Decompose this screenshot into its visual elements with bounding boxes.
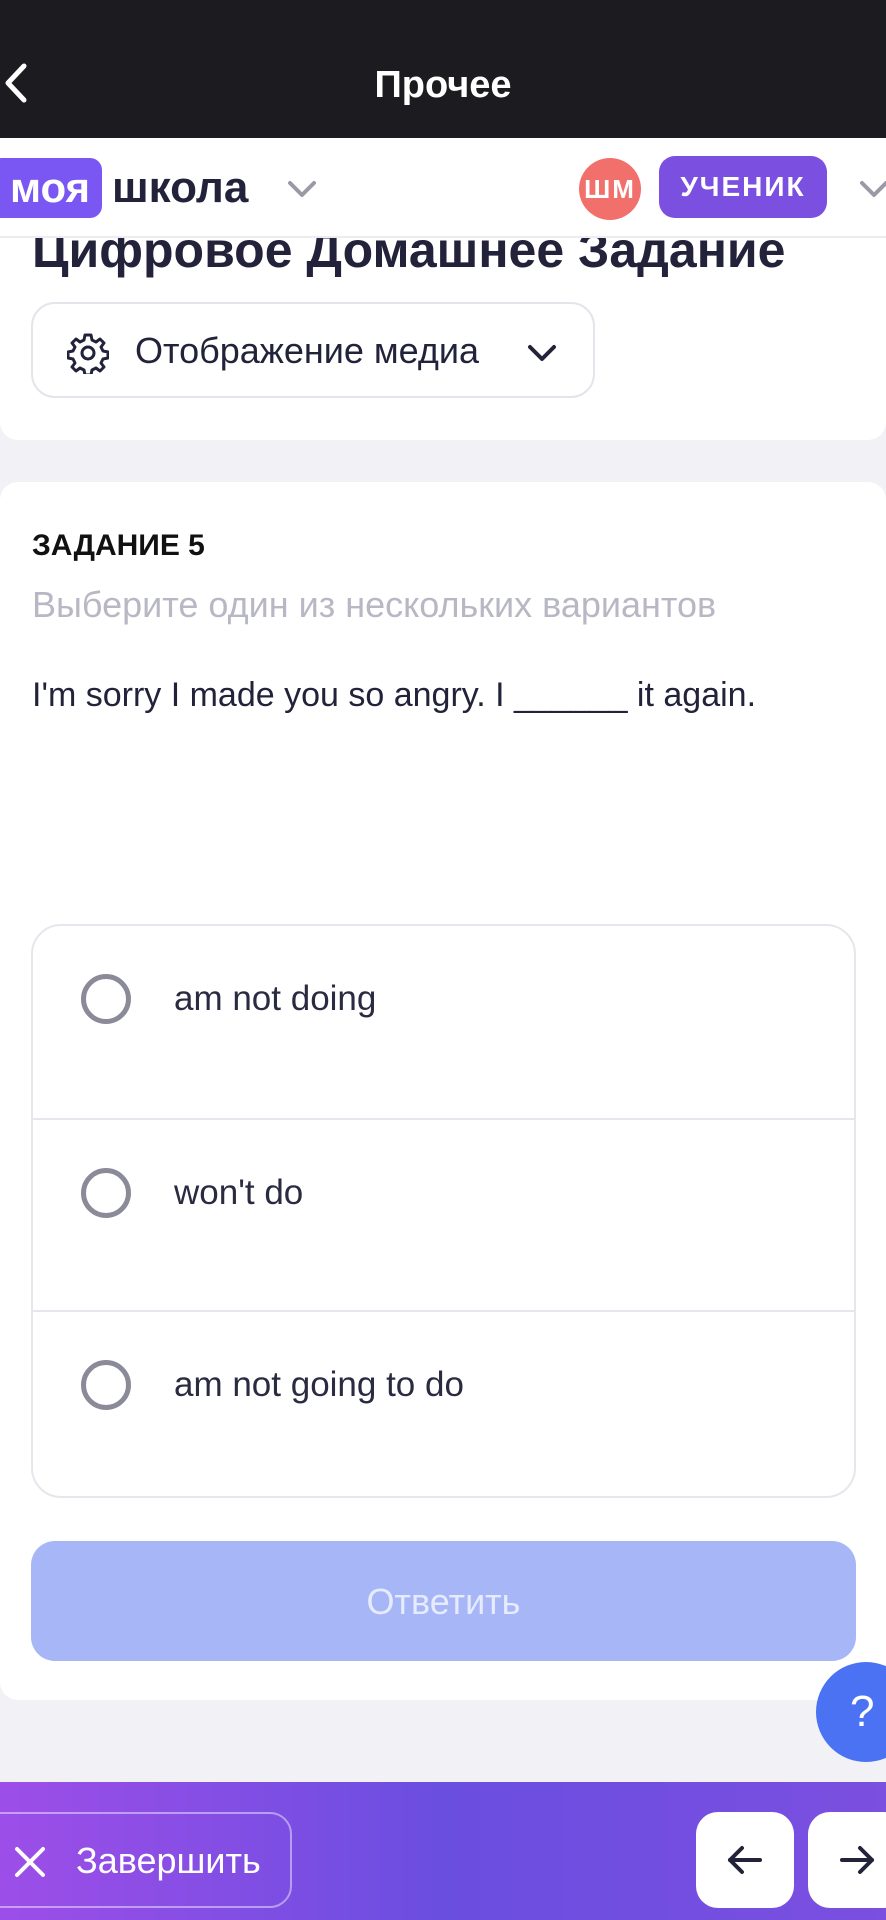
answer-option[interactable]: won't do xyxy=(33,1118,854,1310)
answer-option-label: am not going to do xyxy=(174,1365,464,1404)
task-card: ЗАДАНИЕ 5 Выберите один из нескольких ва… xyxy=(0,482,886,1700)
media-display-dropdown[interactable]: Отображение медиа xyxy=(31,302,595,398)
radio-button[interactable] xyxy=(81,1168,131,1218)
logo-shkola: школа xyxy=(112,163,249,212)
finish-label: Завершить xyxy=(76,1840,261,1881)
logo-moya: моя xyxy=(0,158,102,218)
chevron-down-icon[interactable] xyxy=(856,174,886,204)
arrow-right-icon xyxy=(840,1846,874,1874)
finish-button[interactable]: Завершить xyxy=(0,1812,292,1908)
previous-task-button[interactable] xyxy=(696,1812,794,1908)
answer-option-label: won't do xyxy=(174,1173,304,1212)
close-icon xyxy=(12,1844,48,1880)
answer-option-label: am not doing xyxy=(174,979,377,1018)
media-display-label: Отображение медиа xyxy=(135,330,480,371)
task-question: I'm sorry I made you so angry. I ______ … xyxy=(32,676,757,714)
bottom-action-bar: Завершить xyxy=(0,1782,886,1920)
chevron-down-icon[interactable] xyxy=(284,174,320,204)
gear-icon xyxy=(66,332,110,377)
answer-option[interactable]: am not doing xyxy=(33,926,854,1116)
answer-option[interactable]: am not going to do xyxy=(33,1310,854,1496)
avatar[interactable]: ШМ xyxy=(579,158,641,220)
task-number: ЗАДАНИЕ 5 xyxy=(32,529,205,562)
chevron-down-icon xyxy=(525,338,559,368)
next-task-button[interactable] xyxy=(808,1812,886,1908)
task-hint: Выберите один из нескольких вариантов xyxy=(32,584,717,625)
answer-options: am not doing won't do am not going to do xyxy=(31,924,856,1498)
radio-button[interactable] xyxy=(81,1360,131,1410)
header-card: Цифровое Домашнее Задание моя школа ШМ У… xyxy=(0,138,886,440)
answer-button[interactable]: Ответить xyxy=(31,1541,856,1661)
top-navigation-bar: Прочее xyxy=(0,0,886,138)
page-title: Прочее xyxy=(374,64,512,106)
arrow-left-icon xyxy=(728,1846,762,1874)
radio-button[interactable] xyxy=(81,974,131,1024)
role-badge[interactable]: УЧЕНИК xyxy=(659,156,827,218)
school-header: моя школа ШМ УЧЕНИК xyxy=(0,138,886,238)
